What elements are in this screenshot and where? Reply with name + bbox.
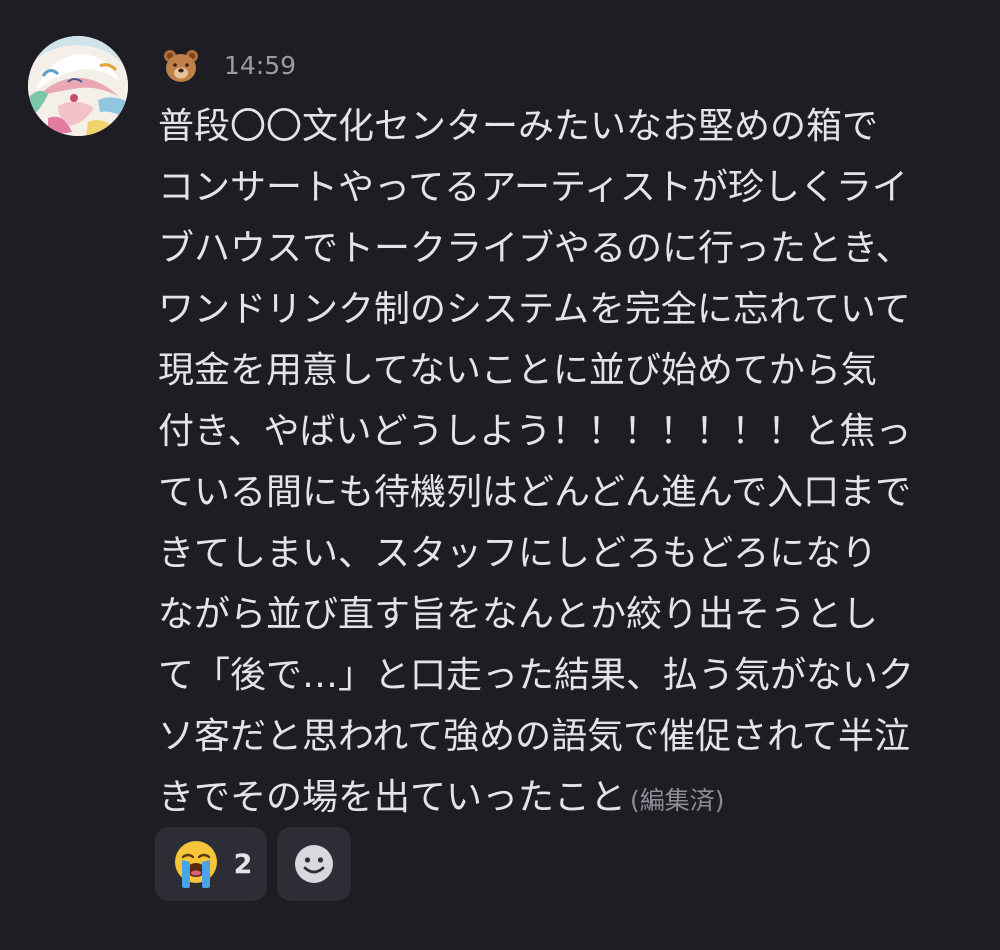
message-line: て「後で…」と口走った結果、払う気がないク	[158, 655, 915, 696]
message-line-text: きでその場を出ていったこと	[158, 777, 627, 818]
reaction-count: 2	[233, 848, 253, 880]
chat-message: 14:59 普段〇〇文化センターみたいなお堅めの箱で コンサートやってるアーティ…	[0, 0, 1000, 950]
message-line: きてしまい、スタッフにしどろもどろになり	[158, 533, 878, 574]
message-content: 普段〇〇文化センターみたいなお堅めの箱で コンサートやってるアーティストが珍しく…	[158, 96, 988, 828]
message-header: 14:59	[158, 44, 296, 88]
message-line: ブハウスでトークライブやるのに行ったとき、	[158, 228, 912, 269]
smiley-add-icon	[292, 842, 336, 886]
message-timestamp: 14:59	[224, 51, 297, 80]
message-line: コンサートやってるアーティストが珍しくライ	[158, 167, 908, 208]
message-line: 現金を用意してないことに並び始めてから気	[158, 350, 877, 391]
message-line: ながら並び直す旨をなんとか絞り出そうとし	[158, 594, 879, 635]
edited-label: (編集済)	[630, 786, 725, 815]
avatar-illustration-icon	[28, 36, 128, 136]
user-avatar[interactable]	[28, 36, 128, 136]
add-reaction-button[interactable]	[277, 827, 351, 901]
reaction-loudly-crying[interactable]: 2	[155, 827, 267, 901]
message-line: ソ客だと思われて強めの語気で催促されて半泣	[158, 716, 911, 757]
message-line-last: きでその場を出ていったこと (編集済)	[158, 767, 988, 828]
loudly-crying-face-icon	[170, 838, 222, 890]
reactions-bar: 2	[155, 827, 351, 901]
message-line: 普段〇〇文化センターみたいなお堅めの箱で	[158, 106, 879, 147]
message-line: ている間にも待機列はどんどん進んで入口まで	[158, 472, 912, 513]
message-line: 付き、やばいどうしよう！！！！！！！と焦っ	[158, 411, 912, 452]
message-line: ワンドリンク制のシステムを完全に忘れていて	[158, 289, 911, 330]
bear-face-icon[interactable]	[158, 44, 204, 88]
